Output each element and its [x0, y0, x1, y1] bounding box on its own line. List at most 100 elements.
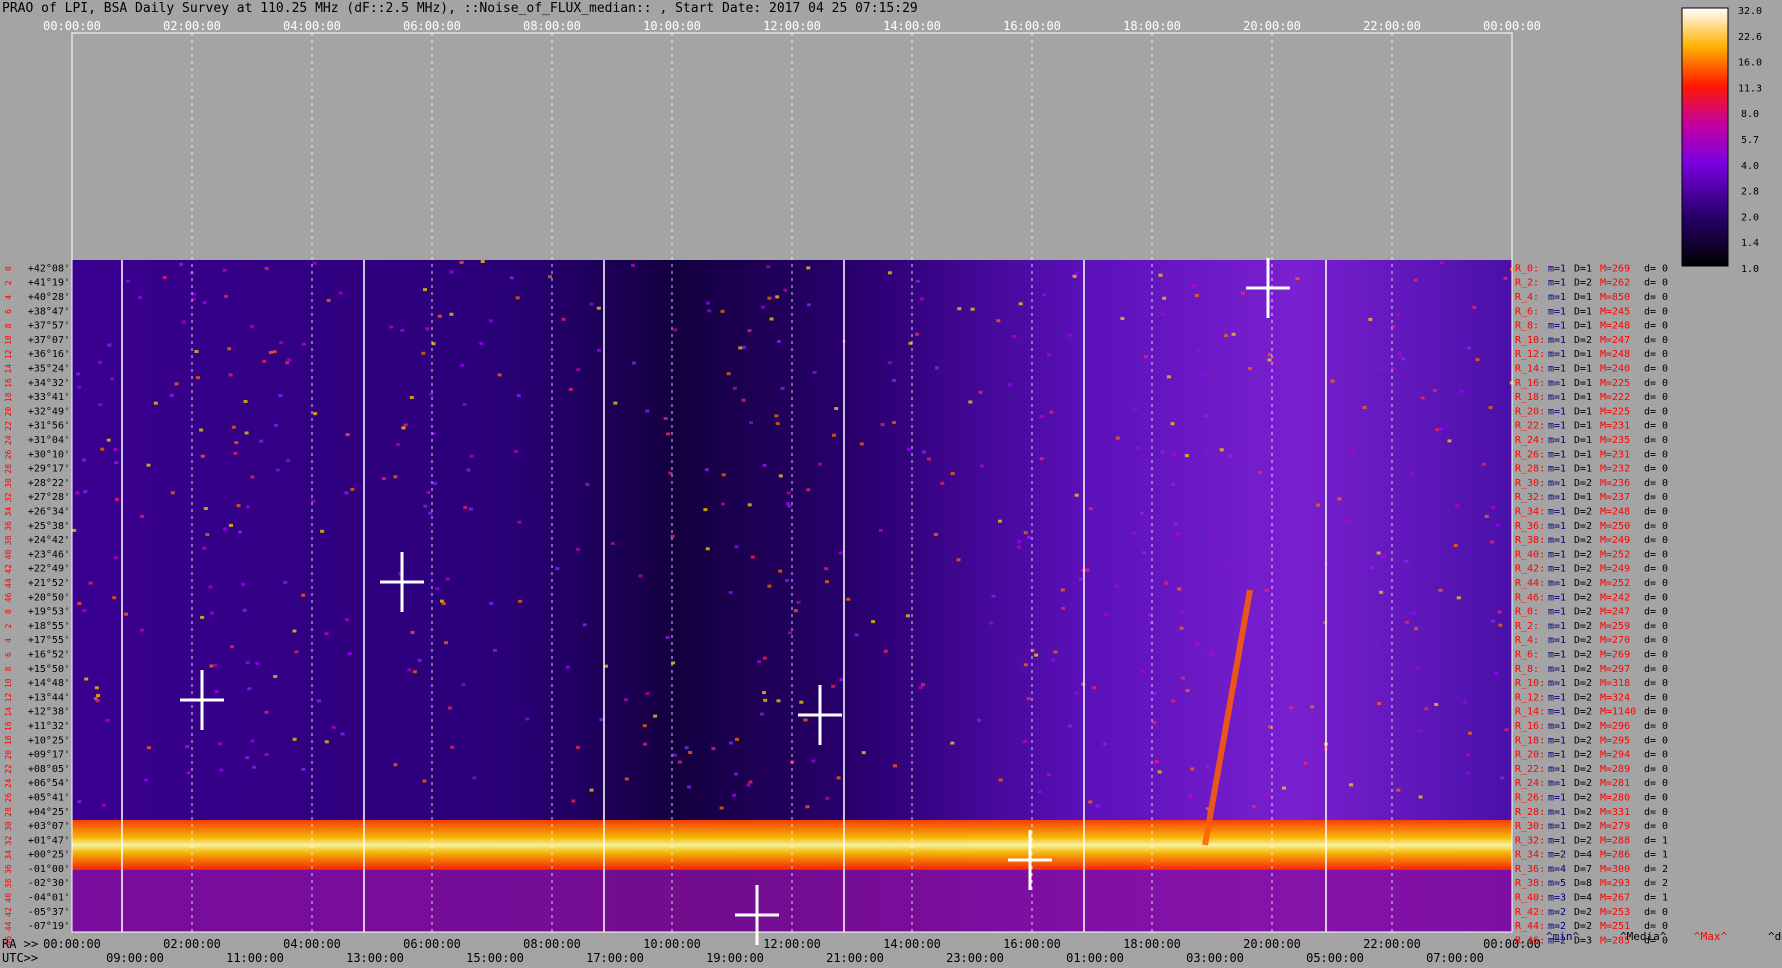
stat-deviation: d= 0 — [1644, 449, 1668, 460]
x-top-tick-label: 10:00:00 — [643, 19, 701, 33]
stat-median: D=2 — [1574, 335, 1592, 346]
noise-speck — [735, 737, 739, 741]
stat-median: D=2 — [1574, 535, 1592, 546]
noise-speck — [301, 593, 306, 597]
noise-speck — [776, 699, 781, 703]
noise-speck — [326, 298, 331, 302]
x-top-tick-label: 02:00:00 — [163, 19, 221, 33]
noise-speck — [684, 746, 689, 750]
stat-deviation: d= 0 — [1644, 592, 1668, 603]
stat-min: m=1 — [1548, 678, 1566, 689]
noise-speck — [1349, 783, 1354, 787]
noise-speck — [1228, 454, 1233, 458]
noise-speck — [1368, 317, 1373, 321]
noise-speck — [762, 691, 766, 695]
x-top-tick-label: 00:00:00 — [1483, 19, 1541, 33]
noise-speck — [459, 260, 464, 264]
noise-speck — [624, 777, 629, 781]
noise-speck — [555, 567, 560, 571]
stat-min: m=3 — [1548, 893, 1566, 904]
stat-row-id: R_10: — [1515, 678, 1545, 689]
noise-speck — [763, 698, 768, 702]
noise-speck — [217, 742, 222, 746]
colorbar-tick-label: 22.6 — [1738, 32, 1762, 43]
stat-max: M=318 — [1600, 678, 1630, 689]
noise-speck — [124, 612, 129, 616]
noise-speck — [846, 597, 851, 601]
noise-speck — [705, 547, 710, 551]
noise-speck — [836, 776, 841, 780]
noise-speck — [665, 635, 670, 639]
noise-speck — [589, 788, 594, 792]
noise-speck — [854, 633, 859, 637]
stat-median: D=2 — [1574, 592, 1592, 603]
noise-speck — [202, 301, 207, 305]
noise-speck — [1039, 457, 1044, 461]
stat-row-id: R_46: — [1515, 935, 1545, 946]
noise-speck — [200, 615, 205, 619]
ra-tick-label: 10:00:00 — [643, 937, 701, 951]
noise-speck — [831, 433, 836, 437]
stat-row-id: R_32: — [1515, 835, 1545, 846]
noise-speck — [77, 602, 82, 605]
noise-speck — [286, 458, 291, 462]
stat-row-id: R_44: — [1515, 921, 1545, 932]
stat-median: D=2 — [1574, 678, 1592, 689]
ra-tick-label: 18:00:00 — [1123, 937, 1181, 951]
declination-label: +14°48' — [28, 678, 70, 689]
declination-label: +35°24' — [28, 364, 70, 375]
stat-deviation: d= 0 — [1644, 778, 1668, 789]
noise-speck — [244, 431, 249, 435]
stat-deviation: d= 0 — [1644, 678, 1668, 689]
declination-label: -02°30' — [28, 878, 70, 889]
noise-speck — [264, 267, 269, 270]
noise-speck — [344, 491, 349, 495]
stat-min: m=1 — [1548, 406, 1566, 417]
noise-speck — [746, 783, 751, 787]
stat-min: m=1 — [1548, 549, 1566, 560]
noise-speck — [196, 376, 200, 380]
noise-speck — [750, 555, 755, 559]
x-top-tick-label: 00:00:00 — [43, 19, 101, 33]
declination-label: +27°28' — [28, 492, 70, 503]
noise-speck — [950, 741, 955, 745]
stat-row-id: R_44: — [1515, 578, 1545, 589]
utc-tick-label: 19:00:00 — [706, 951, 764, 965]
stat-median: D=2 — [1574, 621, 1592, 632]
noise-speck — [509, 276, 514, 280]
noise-speck — [200, 454, 205, 458]
noise-speck — [283, 580, 288, 584]
noise-speck — [264, 753, 269, 756]
stats-legend-item: ^min^ — [1546, 930, 1579, 943]
stat-min: m=1 — [1548, 778, 1566, 789]
noise-speck — [1456, 596, 1461, 600]
noise-speck — [1088, 800, 1093, 804]
beam-number: 46 — [4, 592, 13, 602]
x-top-tick-label: 08:00:00 — [523, 19, 581, 33]
noise-speck — [1231, 332, 1236, 336]
noise-speck — [194, 350, 199, 353]
noise-speck — [437, 314, 442, 318]
noise-speck — [1180, 610, 1185, 614]
stat-median: D=2 — [1574, 792, 1592, 803]
noise-speck — [169, 393, 174, 397]
declination-label: +25°38' — [28, 521, 70, 532]
noise-speck — [1102, 742, 1107, 746]
utc-tick-label: 21:00:00 — [826, 951, 884, 965]
noise-speck — [610, 542, 615, 545]
stat-median: D=2 — [1574, 521, 1592, 532]
declination-label: +10°25' — [28, 735, 70, 746]
noise-speck — [126, 279, 131, 283]
colorbar-tick-label: 32.0 — [1738, 6, 1762, 17]
noise-speck — [778, 474, 783, 478]
noise-speck — [915, 279, 920, 283]
noise-speck — [1447, 439, 1452, 443]
noise-speck — [273, 675, 278, 678]
declination-label: +21°52' — [28, 578, 70, 589]
noise-speck — [75, 491, 80, 495]
declination-label: +42°08' — [28, 263, 70, 274]
stat-min: m=1 — [1548, 263, 1566, 274]
noise-speck — [1023, 531, 1028, 535]
stat-median: D=2 — [1574, 578, 1592, 589]
colorbar — [1681, 7, 1729, 267]
